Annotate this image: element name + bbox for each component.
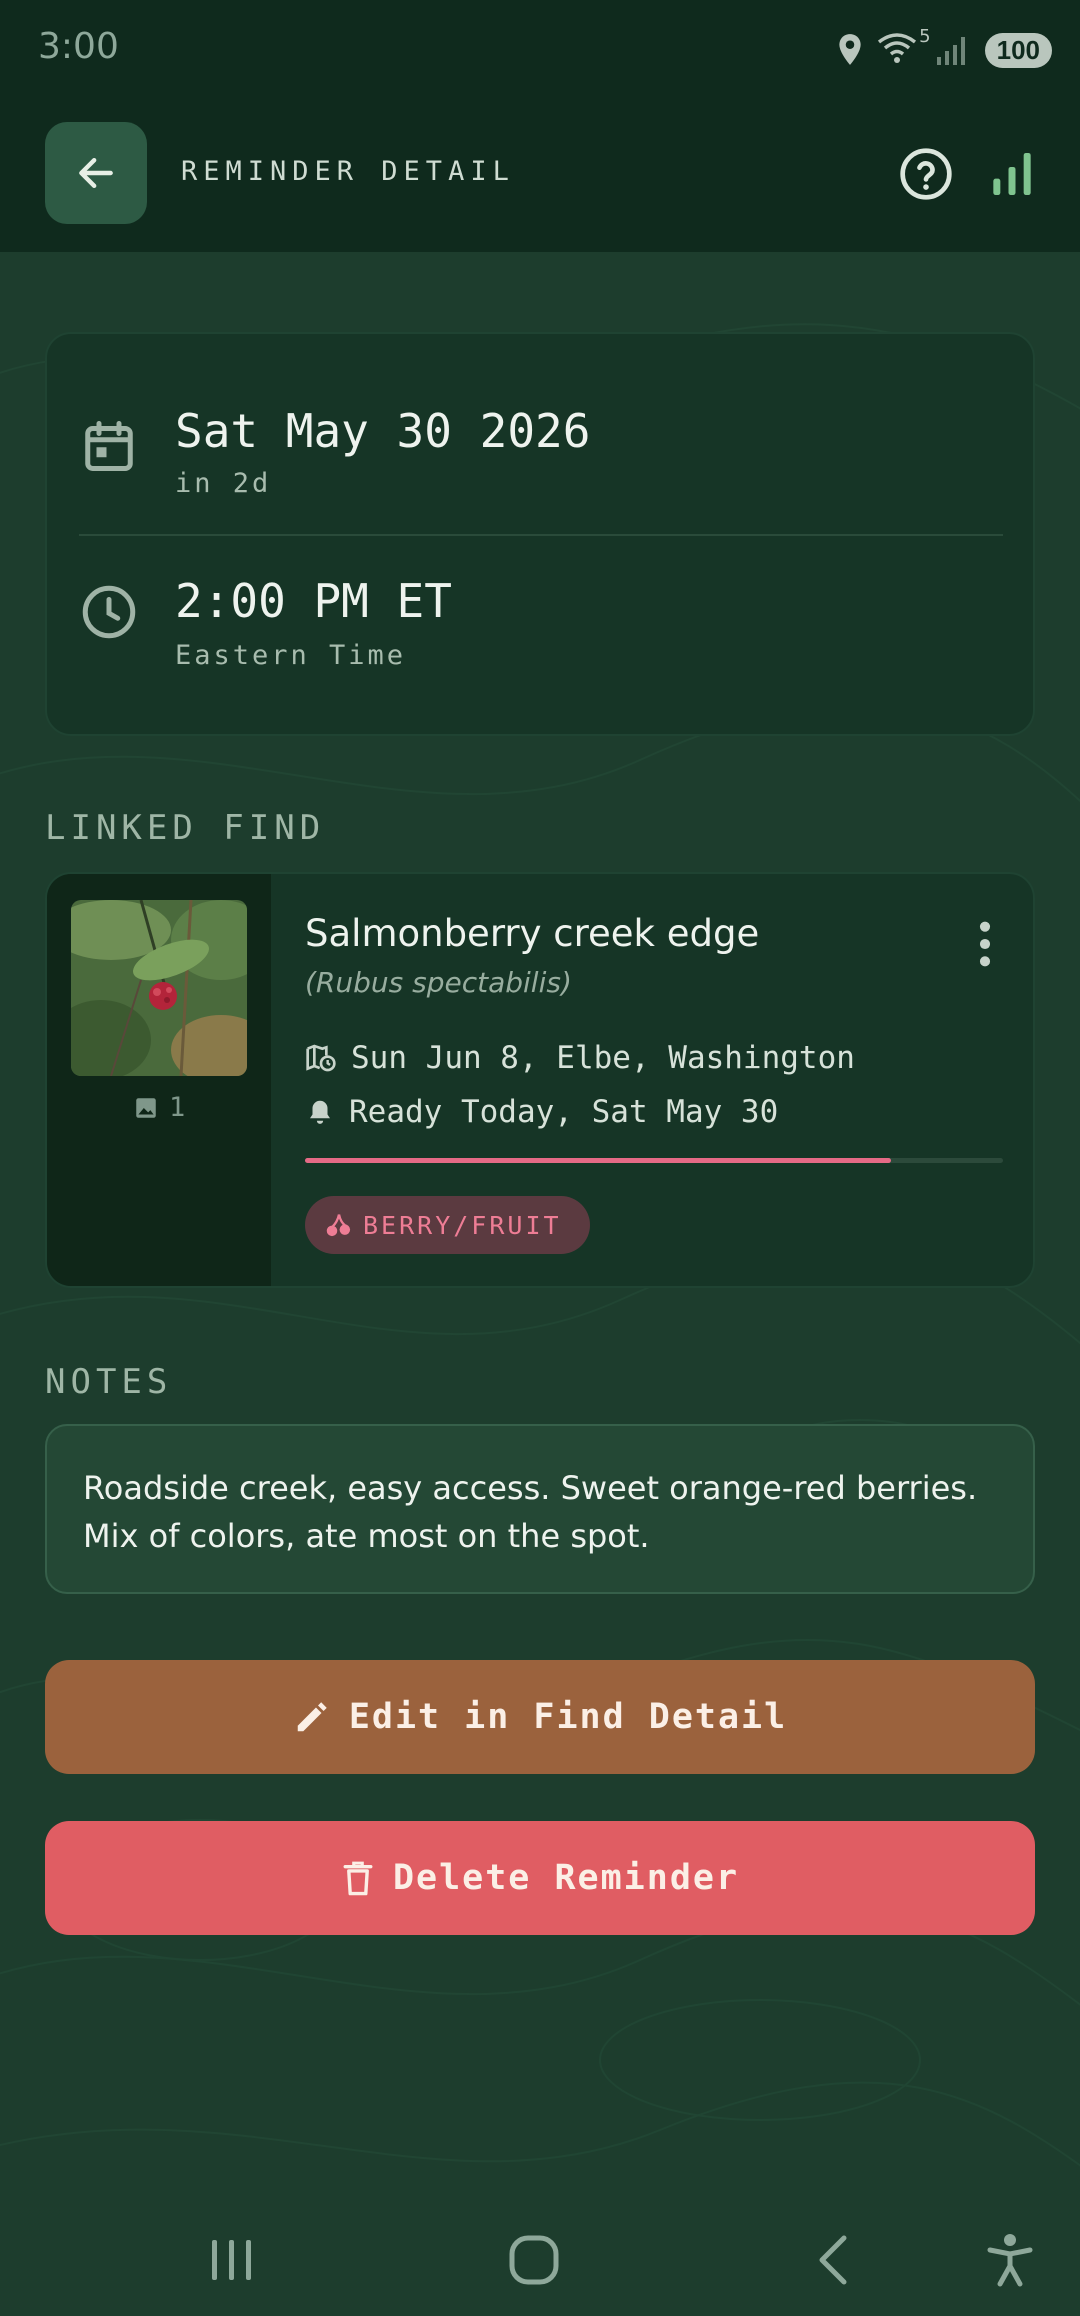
status-bar: 3:00 5 100: [0, 0, 1080, 100]
find-latin-name: (Rubus spectabilis): [305, 966, 572, 999]
find-ready-text: Ready Today, Sat May 30: [349, 1094, 779, 1130]
map-clock-icon: [306, 1044, 336, 1072]
cherry-icon: [326, 1214, 351, 1237]
photo-count: 1: [133, 1092, 185, 1123]
reminder-time: 2:00 PM ET: [175, 574, 452, 628]
bar-chart-icon[interactable]: [984, 146, 1040, 202]
status-time: 3:00: [38, 26, 119, 67]
reminder-date: Sat May 30 2026: [175, 404, 591, 458]
help-circle-icon[interactable]: [898, 146, 954, 202]
more-vertical-icon[interactable]: [967, 918, 1003, 970]
find-photo[interactable]: [71, 900, 247, 1076]
delete-reminder-button[interactable]: Delete Reminder: [45, 1821, 1035, 1935]
location-icon: [838, 34, 861, 65]
pencil-icon: [297, 1702, 327, 1732]
linked-find-card[interactable]: 1 Salmonberry creek edge (Rubus spectabi…: [45, 872, 1035, 1288]
category-tag-label: BERRY/FRUIT: [363, 1210, 562, 1240]
notes-text: Roadside creek, easy access. Sweet orang…: [45, 1424, 1035, 1594]
delete-button-label: Delete Reminder: [392, 1858, 740, 1898]
schedule-card: Sat May 30 2026 in 2d 2:00 PM ET Eastern…: [45, 332, 1035, 736]
home-icon[interactable]: [502, 2228, 566, 2292]
find-ready-line: Ready Today, Sat May 30: [305, 1094, 778, 1130]
app-header: REMINDER DETAIL: [0, 100, 1080, 252]
find-title: Salmonberry creek edge: [305, 912, 760, 955]
back-nav-icon[interactable]: [804, 2228, 868, 2292]
divider: [79, 534, 1003, 536]
category-tag: BERRY/FRUIT: [305, 1196, 590, 1254]
back-button[interactable]: [45, 122, 147, 224]
photo-count-value: 1: [169, 1092, 186, 1123]
edit-in-find-detail-button[interactable]: Edit in Find Detail: [45, 1660, 1035, 1774]
arrow-left-icon: [79, 157, 113, 189]
notes-label: NOTES: [45, 1362, 173, 1402]
ripeness-progress-fill: [305, 1158, 892, 1163]
wifi-badge: 5: [919, 26, 931, 47]
reminder-timezone: Eastern Time: [175, 640, 407, 671]
bell-icon: [310, 1100, 330, 1124]
berry-photo-image: [71, 900, 247, 1076]
wifi-icon: 5: [877, 26, 931, 68]
page-title: REMINDER DETAIL: [181, 156, 515, 187]
edit-button-label: Edit in Find Detail: [348, 1697, 788, 1737]
ripeness-progress: [305, 1158, 1003, 1163]
system-navigation-bar: [0, 2200, 1080, 2316]
trash-icon: [343, 1861, 373, 1896]
find-found-line: Sun Jun 8, Elbe, Washington: [305, 1040, 855, 1076]
linked-find-label: LINKED FIND: [45, 808, 326, 848]
status-icons: 5 100: [837, 26, 1052, 72]
find-media-column: 1: [47, 874, 271, 1286]
clock-icon: [82, 585, 136, 639]
find-found-text: Sun Jun 8, Elbe, Washington: [351, 1040, 855, 1076]
calendar-icon: [85, 421, 133, 471]
recent-apps-icon[interactable]: [200, 2228, 264, 2292]
accessibility-icon[interactable]: [978, 2228, 1042, 2292]
battery-indicator: 100: [984, 32, 1052, 68]
reminder-date-relative: in 2d: [175, 468, 272, 499]
image-icon: [136, 1097, 156, 1118]
signal-icon: [936, 37, 965, 65]
